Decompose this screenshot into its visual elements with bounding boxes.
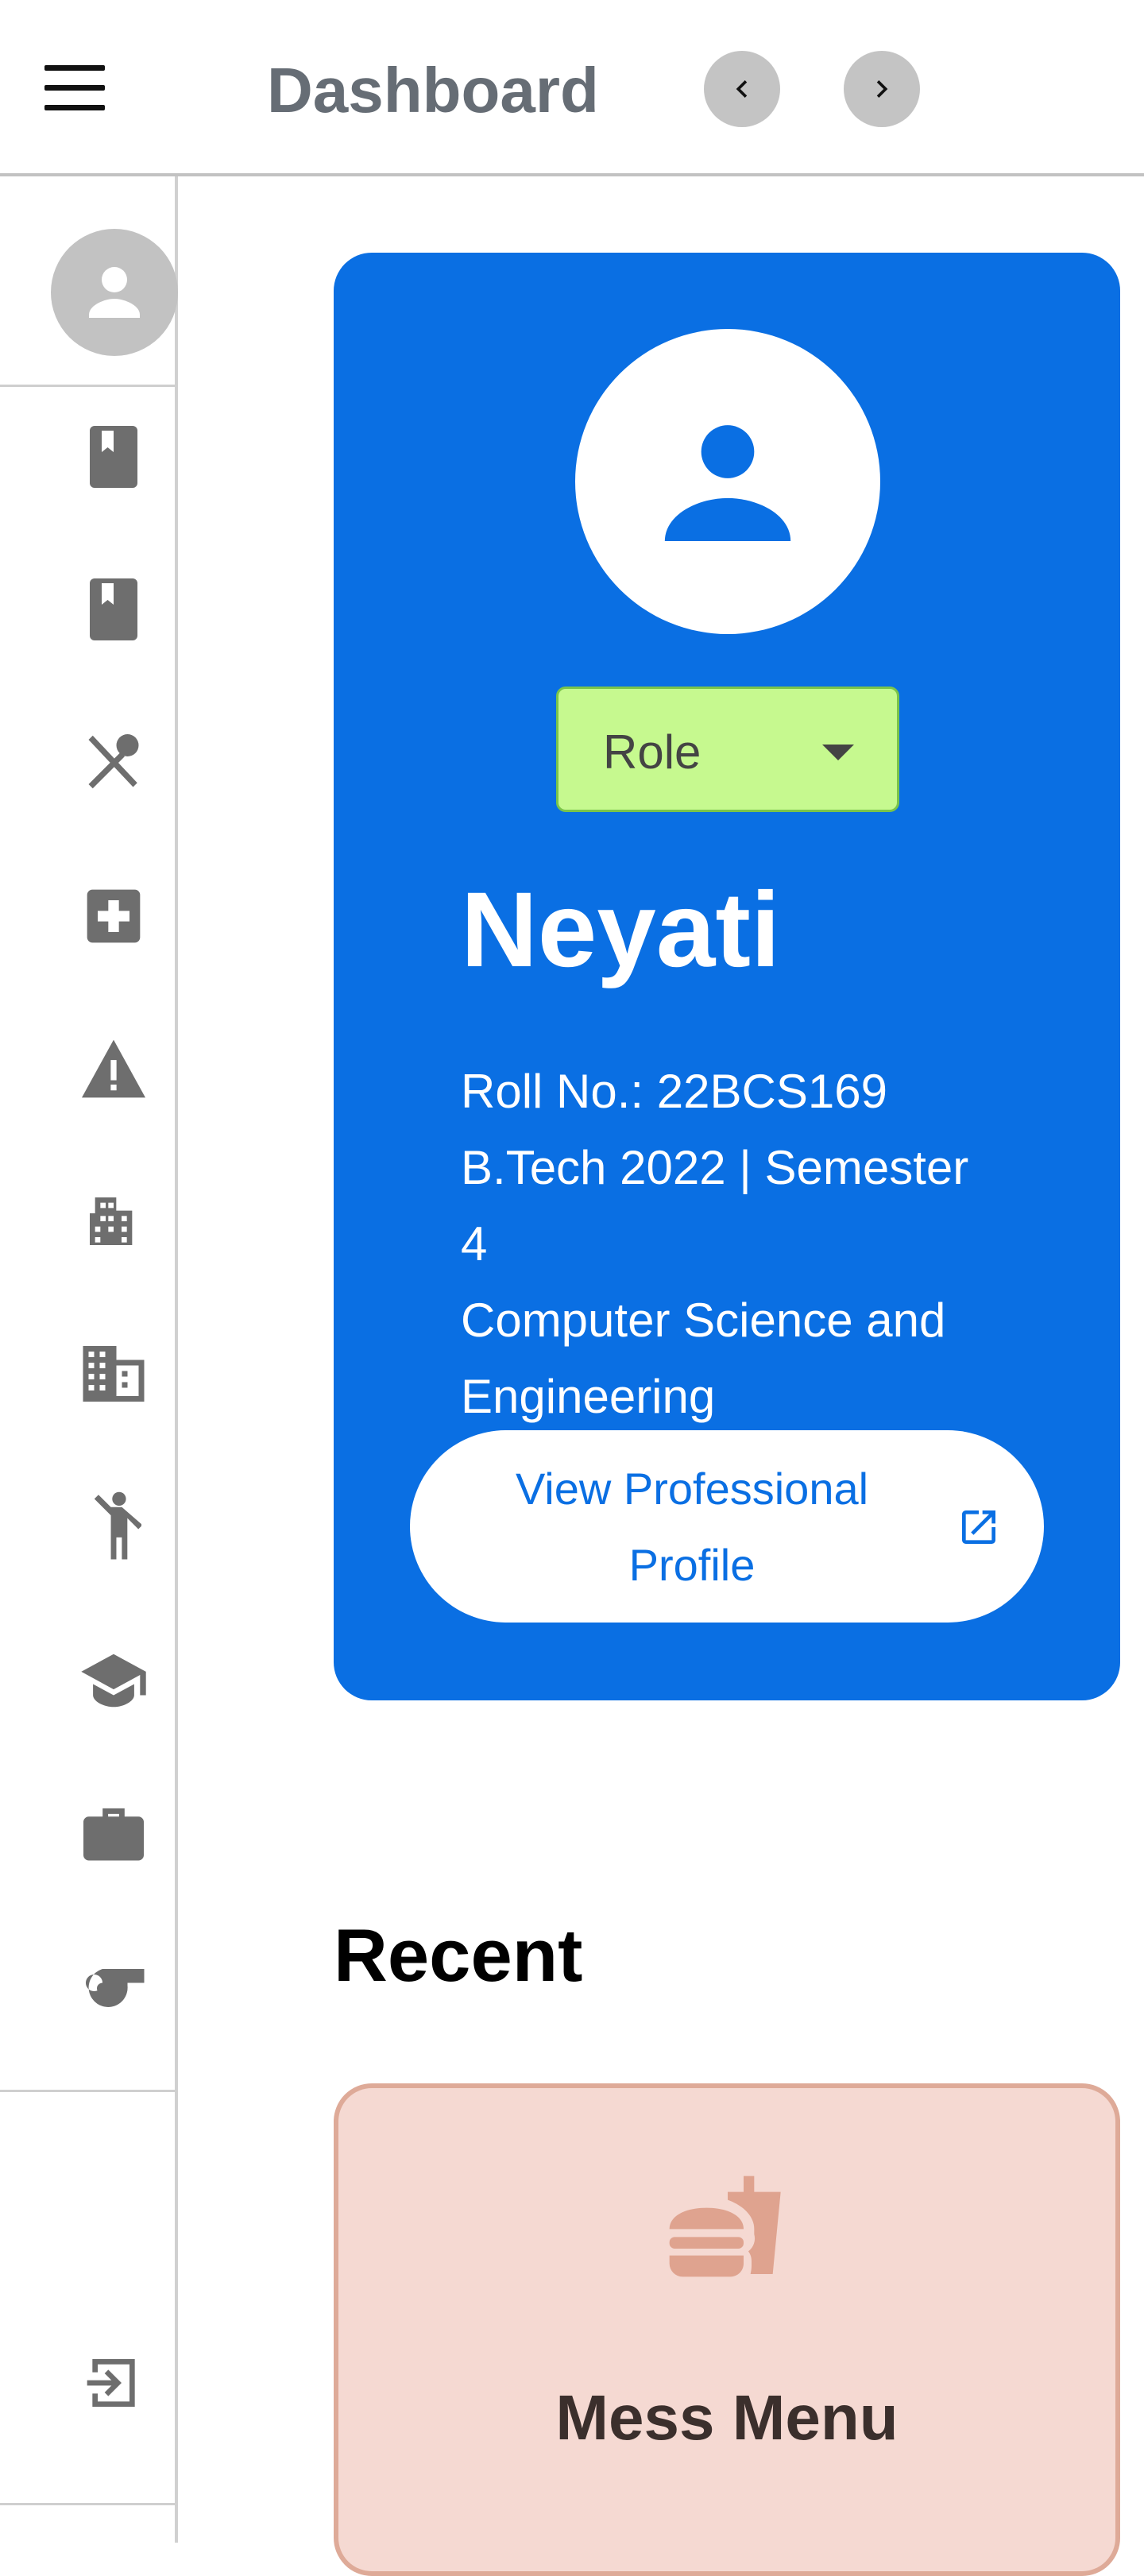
apartment-icon — [90, 1197, 133, 1245]
sidebar-profile-section — [0, 176, 178, 387]
sidebar-divider — [0, 2090, 175, 2092]
roll-number: Roll No.: 22BCS169 — [461, 1065, 887, 1118]
chevron-right-icon — [876, 80, 888, 98]
mess-menu-tile[interactable]: Mess Menu — [334, 2083, 1120, 2576]
department-line-2: Engineering — [461, 1370, 716, 1423]
mess-menu-label: Mess Menu — [555, 2382, 899, 2453]
sidebar-item-academics[interactable] — [72, 1638, 156, 1723]
sidebar-bottom-divider — [0, 2503, 175, 2505]
role-select[interactable]: Role — [556, 687, 899, 812]
view-professional-profile-button[interactable]: View Professional Profile — [410, 1430, 1044, 1623]
warning-icon — [82, 1039, 145, 1098]
book-icon — [90, 426, 137, 488]
program-line-2: 4 — [461, 1217, 488, 1271]
person-icon — [664, 425, 791, 541]
hamburger-menu-icon[interactable] — [44, 65, 105, 111]
sidebar-item-sports[interactable] — [72, 1484, 156, 1568]
medical-cross-icon — [87, 889, 141, 943]
whistle-icon — [86, 1969, 145, 2007]
chevron-down-icon — [822, 745, 854, 760]
domain-icon — [83, 1346, 145, 1402]
restaurant-icon — [88, 734, 139, 789]
sidebar-item-library[interactable] — [72, 567, 156, 652]
logout-button[interactable] — [72, 2341, 156, 2425]
program-line-1: B.Tech 2022 | Semester — [461, 1141, 969, 1194]
sidebar-avatar[interactable] — [51, 229, 178, 356]
role-select-value: Role — [603, 725, 701, 779]
sidebar — [0, 176, 178, 2543]
profile-card: Role Neyati Roll No.: 22BCS169 B.Tech 20… — [334, 253, 1120, 1700]
person-icon — [89, 267, 140, 318]
fastfood-icon — [669, 2176, 781, 2277]
user-name: Neyati — [461, 871, 781, 989]
chevron-left-icon — [736, 80, 748, 98]
view-professional-profile-label: View Professional Profile — [515, 1464, 869, 1590]
book-icon — [90, 578, 137, 640]
sidebar-item-courses[interactable] — [72, 415, 156, 499]
sidebar-item-placements[interactable] — [72, 1791, 156, 1875]
sidebar-item-departments[interactable] — [72, 1332, 156, 1416]
forward-button[interactable] — [844, 51, 920, 127]
user-details: Roll No.: 22BCS169 B.Tech 2022 | Semeste… — [461, 1054, 1065, 1435]
profile-avatar — [575, 329, 880, 634]
open-in-new-icon — [962, 1510, 995, 1544]
sports-person-icon — [94, 1491, 141, 1560]
page-title: Dashboard — [267, 55, 599, 126]
briefcase-icon — [83, 1808, 144, 1861]
sidebar-item-complaints[interactable] — [72, 1027, 156, 1111]
sidebar-item-clubs[interactable] — [72, 1944, 156, 2028]
back-button[interactable] — [704, 51, 780, 127]
department-line-1: Computer Science and — [461, 1294, 946, 1347]
sidebar-item-medical[interactable] — [72, 874, 156, 958]
sidebar-item-hostel[interactable] — [72, 1179, 156, 1263]
app-header: Dashboard — [0, 0, 1144, 176]
login-icon — [87, 2359, 135, 2407]
sidebar-item-mess[interactable] — [72, 720, 156, 804]
recent-section-title: Recent — [334, 1913, 583, 1997]
graduation-cap-icon — [81, 1654, 146, 1708]
